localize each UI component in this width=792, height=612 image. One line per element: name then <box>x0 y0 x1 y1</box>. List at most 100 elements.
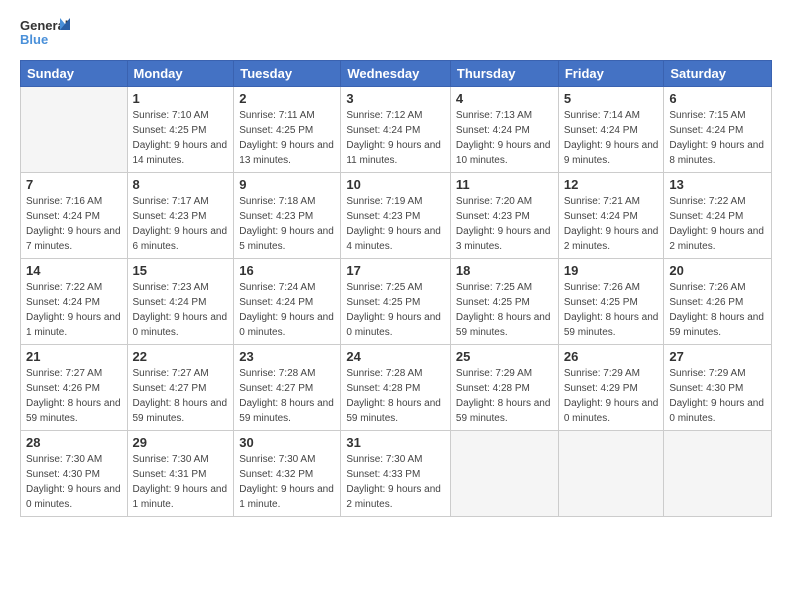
calendar-cell: 5 Sunrise: 7:14 AMSunset: 4:24 PMDaylight… <box>558 87 664 173</box>
day-number: 14 <box>26 263 122 278</box>
calendar-cell: 28Sunrise: 7:30 AMSunset: 4:30 PMDayligh… <box>21 431 128 517</box>
day-info: Sunrise: 7:23 AMSunset: 4:24 PMDaylight:… <box>133 280 229 340</box>
calendar-cell: 16 Sunrise: 7:24 AMSunset: 4:24 PMDayligh… <box>234 259 341 345</box>
day-number: 19 <box>564 263 659 278</box>
day-info: Sunrise: 7:10 AMSunset: 4:25 PMDaylight:… <box>133 108 229 168</box>
calendar-cell: 11 Sunrise: 7:20 AMSunset: 4:23 PMDayligh… <box>450 173 558 259</box>
day-number: 15 <box>133 263 229 278</box>
day-number: 16 <box>239 263 335 278</box>
day-number: 8 <box>133 177 229 192</box>
calendar-cell <box>21 87 128 173</box>
day-info: Sunrise: 7:29 AMSunset: 4:29 PMDaylight:… <box>564 366 659 426</box>
day-info: Sunrise: 7:29 AMSunset: 4:28 PMDaylight:… <box>456 366 553 426</box>
calendar-cell: 18 Sunrise: 7:25 AMSunset: 4:25 PMDayligh… <box>450 259 558 345</box>
day-info: Sunrise: 7:27 AMSunset: 4:26 PMDaylight:… <box>26 366 122 426</box>
day-info: Sunrise: 7:17 AMSunset: 4:23 PMDaylight:… <box>133 194 229 254</box>
day-number: 6 <box>669 91 766 106</box>
day-number: 27 <box>669 349 766 364</box>
day-number: 5 <box>564 91 659 106</box>
calendar-week-3: 14 Sunrise: 7:22 AMSunset: 4:24 PMDayligh… <box>21 259 772 345</box>
svg-text:Blue: Blue <box>20 32 48 47</box>
day-info: Sunrise: 7:16 AMSunset: 4:24 PMDaylight:… <box>26 194 122 254</box>
day-number: 21 <box>26 349 122 364</box>
calendar-cell: 27 Sunrise: 7:29 AMSunset: 4:30 PMDayligh… <box>664 345 772 431</box>
day-number: 2 <box>239 91 335 106</box>
calendar-cell <box>558 431 664 517</box>
calendar-cell: 21 Sunrise: 7:27 AMSunset: 4:26 PMDayligh… <box>21 345 128 431</box>
calendar-week-1: 1 Sunrise: 7:10 AMSunset: 4:25 PMDaylight… <box>21 87 772 173</box>
calendar-cell: 25 Sunrise: 7:29 AMSunset: 4:28 PMDayligh… <box>450 345 558 431</box>
day-info: Sunrise: 7:25 AMSunset: 4:25 PMDaylight:… <box>456 280 553 340</box>
day-info: Sunrise: 7:30 AMSunset: 4:30 PMDaylight:… <box>26 452 122 512</box>
day-info: Sunrise: 7:24 AMSunset: 4:24 PMDaylight:… <box>239 280 335 340</box>
day-number: 25 <box>456 349 553 364</box>
calendar-cell: 9 Sunrise: 7:18 AMSunset: 4:23 PMDaylight… <box>234 173 341 259</box>
day-info: Sunrise: 7:14 AMSunset: 4:24 PMDaylight:… <box>564 108 659 168</box>
day-info: Sunrise: 7:25 AMSunset: 4:25 PMDaylight:… <box>346 280 445 340</box>
logo-svg: GeneralBlue <box>20 16 70 50</box>
day-info: Sunrise: 7:21 AMSunset: 4:24 PMDaylight:… <box>564 194 659 254</box>
day-info: Sunrise: 7:19 AMSunset: 4:23 PMDaylight:… <box>346 194 445 254</box>
day-info: Sunrise: 7:26 AMSunset: 4:25 PMDaylight:… <box>564 280 659 340</box>
calendar-cell: 8 Sunrise: 7:17 AMSunset: 4:23 PMDaylight… <box>127 173 234 259</box>
calendar-cell: 14 Sunrise: 7:22 AMSunset: 4:24 PMDayligh… <box>21 259 128 345</box>
day-number: 22 <box>133 349 229 364</box>
calendar-header-row: SundayMondayTuesdayWednesdayThursdayFrid… <box>21 61 772 87</box>
col-header-sunday: Sunday <box>21 61 128 87</box>
day-number: 1 <box>133 91 229 106</box>
logo: GeneralBlue <box>20 16 70 50</box>
calendar-cell: 6 Sunrise: 7:15 AMSunset: 4:24 PMDaylight… <box>664 87 772 173</box>
calendar-week-2: 7 Sunrise: 7:16 AMSunset: 4:24 PMDaylight… <box>21 173 772 259</box>
col-header-saturday: Saturday <box>664 61 772 87</box>
day-info: Sunrise: 7:22 AMSunset: 4:24 PMDaylight:… <box>26 280 122 340</box>
col-header-thursday: Thursday <box>450 61 558 87</box>
day-info: Sunrise: 7:22 AMSunset: 4:24 PMDaylight:… <box>669 194 766 254</box>
calendar-cell: 7 Sunrise: 7:16 AMSunset: 4:24 PMDaylight… <box>21 173 128 259</box>
day-number: 7 <box>26 177 122 192</box>
day-info: Sunrise: 7:12 AMSunset: 4:24 PMDaylight:… <box>346 108 445 168</box>
calendar-week-5: 28Sunrise: 7:30 AMSunset: 4:30 PMDayligh… <box>21 431 772 517</box>
col-header-wednesday: Wednesday <box>341 61 451 87</box>
calendar-cell: 31 Sunrise: 7:30 AMSunset: 4:33 PMDayligh… <box>341 431 451 517</box>
calendar-cell: 1 Sunrise: 7:10 AMSunset: 4:25 PMDaylight… <box>127 87 234 173</box>
day-info: Sunrise: 7:28 AMSunset: 4:27 PMDaylight:… <box>239 366 335 426</box>
calendar-cell: 19 Sunrise: 7:26 AMSunset: 4:25 PMDayligh… <box>558 259 664 345</box>
day-number: 18 <box>456 263 553 278</box>
day-number: 13 <box>669 177 766 192</box>
calendar-cell: 3 Sunrise: 7:12 AMSunset: 4:24 PMDaylight… <box>341 87 451 173</box>
calendar-cell: 30Sunrise: 7:30 AMSunset: 4:32 PMDayligh… <box>234 431 341 517</box>
day-number: 10 <box>346 177 445 192</box>
calendar-cell: 24 Sunrise: 7:28 AMSunset: 4:28 PMDayligh… <box>341 345 451 431</box>
day-info: Sunrise: 7:15 AMSunset: 4:24 PMDaylight:… <box>669 108 766 168</box>
calendar-cell: 4Sunrise: 7:13 AMSunset: 4:24 PMDaylight… <box>450 87 558 173</box>
day-number: 20 <box>669 263 766 278</box>
day-info: Sunrise: 7:28 AMSunset: 4:28 PMDaylight:… <box>346 366 445 426</box>
calendar-cell: 26 Sunrise: 7:29 AMSunset: 4:29 PMDayligh… <box>558 345 664 431</box>
day-info: Sunrise: 7:29 AMSunset: 4:30 PMDaylight:… <box>669 366 766 426</box>
day-info: Sunrise: 7:11 AMSunset: 4:25 PMDaylight:… <box>239 108 335 168</box>
page: GeneralBlue SundayMondayTuesdayWednesday… <box>0 0 792 612</box>
day-number: 9 <box>239 177 335 192</box>
calendar-cell: 10 Sunrise: 7:19 AMSunset: 4:23 PMDayligh… <box>341 173 451 259</box>
calendar-cell: 2 Sunrise: 7:11 AMSunset: 4:25 PMDaylight… <box>234 87 341 173</box>
calendar-cell: 29Sunrise: 7:30 AMSunset: 4:31 PMDayligh… <box>127 431 234 517</box>
day-number: 24 <box>346 349 445 364</box>
calendar-cell <box>664 431 772 517</box>
calendar-cell: 17Sunrise: 7:25 AMSunset: 4:25 PMDayligh… <box>341 259 451 345</box>
day-number: 31 <box>346 435 445 450</box>
day-info: Sunrise: 7:20 AMSunset: 4:23 PMDaylight:… <box>456 194 553 254</box>
day-number: 26 <box>564 349 659 364</box>
day-number: 11 <box>456 177 553 192</box>
calendar-cell: 23 Sunrise: 7:28 AMSunset: 4:27 PMDayligh… <box>234 345 341 431</box>
calendar-cell <box>450 431 558 517</box>
day-info: Sunrise: 7:30 AMSunset: 4:33 PMDaylight:… <box>346 452 445 512</box>
day-number: 12 <box>564 177 659 192</box>
day-info: Sunrise: 7:30 AMSunset: 4:31 PMDaylight:… <box>133 452 229 512</box>
day-number: 30 <box>239 435 335 450</box>
day-number: 23 <box>239 349 335 364</box>
calendar-table: SundayMondayTuesdayWednesdayThursdayFrid… <box>20 60 772 517</box>
day-info: Sunrise: 7:18 AMSunset: 4:23 PMDaylight:… <box>239 194 335 254</box>
day-info: Sunrise: 7:13 AMSunset: 4:24 PMDaylight:… <box>456 108 553 168</box>
day-number: 3 <box>346 91 445 106</box>
calendar-cell: 15 Sunrise: 7:23 AMSunset: 4:24 PMDayligh… <box>127 259 234 345</box>
